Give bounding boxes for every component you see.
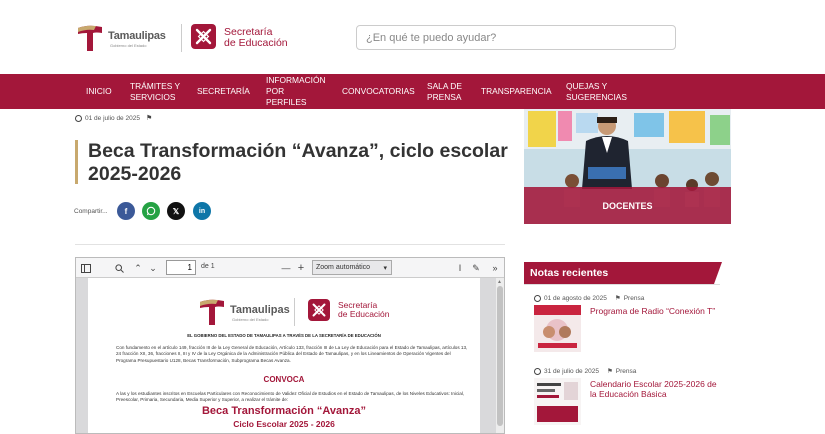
- nav-item-tramites[interactable]: TRÁMITES Y SERVICIOS: [130, 74, 182, 109]
- tamaulipas-wordmark: Tamaulipas: [108, 30, 166, 42]
- nav-item-transparencia[interactable]: TRANSPARENCIA: [481, 74, 552, 109]
- nav-item-label: CONVOCATORIAS: [342, 86, 415, 96]
- clock-icon: [534, 367, 541, 375]
- whatsapp-icon[interactable]: [142, 202, 160, 220]
- calendar-image: [534, 378, 581, 425]
- nav-item-sala-prensa[interactable]: SALA DE PRENSA: [427, 74, 465, 109]
- nav-item-label: TRÁMITES Y SERVICIOS: [130, 80, 180, 102]
- zoom-value: Zoom automático: [316, 264, 371, 271]
- pdf-page: Tamaulipas Gobierno del Estado Secretarí…: [88, 278, 480, 433]
- article-divider: [75, 244, 505, 245]
- doc-tamaulipas-logo: Tamaulipas Gobierno del Estado: [198, 298, 290, 326]
- doc-tamaulipas-t-icon: [200, 299, 224, 325]
- nav-item-label: SECRETARÍA: [197, 86, 250, 96]
- prev-page-icon[interactable]: ⌃: [131, 261, 145, 275]
- clock-icon: [75, 114, 82, 122]
- nav-item-informacion[interactable]: INFORMACIÓN POR PERFILES: [266, 74, 326, 109]
- zoom-select[interactable]: Zoom automático ▾: [312, 260, 392, 275]
- doc-beca-title: Beca Transformación “Avanza”: [201, 405, 367, 417]
- tag-icon: ⚑: [145, 115, 153, 122]
- page-number-input[interactable]: [166, 260, 196, 275]
- doc-tamaulipas-subtitle: Gobierno del Estado: [232, 317, 269, 322]
- notas-recientes-heading: Notas recientes: [524, 262, 722, 284]
- docentes-label: DOCENTES: [524, 187, 731, 224]
- doc-ciclo: Ciclo Escolar 2025 - 2026: [233, 419, 335, 429]
- note-category: Prensa: [615, 367, 637, 375]
- nav-item-quejas[interactable]: QUEJAS Y SUGERENCIAS: [566, 74, 636, 109]
- tag-icon: ⚑: [614, 295, 621, 302]
- nav-item-label: SALA DE PRENSA: [427, 80, 462, 102]
- x-icon[interactable]: 𝕏: [167, 202, 185, 220]
- note-1-title[interactable]: Programa de Radio “Conexión T”: [590, 306, 720, 316]
- tamaulipas-subtitle: Gobierno del Estado: [110, 43, 147, 48]
- scroll-thumb[interactable]: [497, 286, 503, 426]
- zoom-in-icon[interactable]: +: [295, 261, 307, 275]
- note-category: Prensa: [623, 294, 645, 302]
- scroll-up-icon[interactable]: ▲: [497, 279, 502, 285]
- doc-secretaria-emblem-icon: [308, 299, 330, 321]
- doc-secretaria-wordmark: Secretaría de Educación: [338, 301, 390, 319]
- note-2-thumbnail[interactable]: [534, 378, 581, 425]
- article-title: Beca Transformación “Avanza”, ciclo esco…: [88, 140, 508, 185]
- clock-icon: [534, 294, 541, 302]
- sidebar-toggle-icon[interactable]: [79, 261, 93, 275]
- facebook-icon[interactable]: f: [117, 202, 135, 220]
- chevron-down-icon: ▾: [383, 265, 387, 272]
- note-1-meta: 01 de agosto de 2025 ⚑ Prensa: [534, 294, 644, 302]
- doc-secretaria-logo: Secretaría de Educación: [308, 298, 418, 328]
- doc-paragraph-1: Con fundamento en el artículo 149, fracc…: [116, 345, 468, 363]
- more-tools-icon[interactable]: »: [489, 261, 501, 275]
- main-nav: INICIO TRÁMITES Y SERVICIOS SECRETARÍA I…: [0, 74, 825, 109]
- docentes-banner[interactable]: DOCENTES: [524, 109, 731, 224]
- page-count: de 1: [201, 263, 215, 270]
- linkedin-icon[interactable]: in: [193, 202, 211, 220]
- radio-program-image: [534, 305, 581, 352]
- secretaria-emblem-icon: [191, 24, 216, 49]
- zoom-out-icon[interactable]: —: [280, 261, 292, 275]
- search-input[interactable]: [357, 26, 675, 49]
- title-accent-bar: [75, 140, 78, 184]
- notas-divider: [524, 284, 720, 285]
- search-box: [356, 25, 676, 50]
- nav-item-label: INICIO: [86, 86, 112, 96]
- logo-divider: [181, 24, 182, 52]
- tag-icon: ⚑: [606, 368, 613, 375]
- note-2-title[interactable]: Calendario Escolar 2025-2026 de la Educa…: [590, 379, 720, 399]
- note-1-thumbnail[interactable]: [534, 305, 581, 352]
- tamaulipas-logo[interactable]: Tamaulipas Gobierno del Estado: [76, 24, 168, 52]
- note-date: 31 de julio de 2025: [544, 367, 599, 375]
- nav-item-convocatorias[interactable]: CONVOCATORIAS: [342, 74, 415, 109]
- draw-tool-icon[interactable]: ✎: [470, 261, 482, 275]
- tamaulipas-t-icon: [78, 25, 102, 51]
- doc-secretaria-line2: de Educación: [338, 309, 390, 319]
- nav-item-label: QUEJAS Y SUGERENCIAS: [566, 80, 627, 102]
- next-page-icon[interactable]: ⌄: [146, 261, 160, 275]
- text-tool-icon[interactable]: I: [454, 261, 466, 275]
- nav-item-label: INFORMACIÓN POR PERFILES: [266, 75, 326, 107]
- article-date: 01 de julio de 2025: [85, 114, 140, 122]
- find-icon[interactable]: [112, 261, 126, 275]
- doc-convoca: CONVOCA: [263, 375, 305, 384]
- nav-item-inicio[interactable]: INICIO: [86, 74, 116, 109]
- article-meta: 01 de julio de 2025 ⚑: [75, 114, 152, 122]
- doc-paragraph-2: A las y los estudiantes inscritos en Esc…: [116, 391, 465, 403]
- doc-gov-line: EL GOBIERNO DEL ESTADO DE TAMAULIPAS A T…: [187, 333, 381, 338]
- note-2-meta: 31 de julio de 2025 ⚑ Prensa: [534, 367, 636, 375]
- secretaria-wordmark: Secretaría de Educación: [224, 27, 288, 49]
- doc-tamaulipas-wordmark: Tamaulipas: [230, 304, 290, 316]
- nav-item-label: TRANSPARENCIA: [481, 86, 552, 96]
- nav-item-secretaria[interactable]: SECRETARÍA: [197, 74, 250, 109]
- pdf-toolbar: ⌃ ⌄ de 1 — + Zoom automático ▾ I ✎ »: [76, 258, 504, 278]
- secretaria-line2: de Educación: [224, 37, 288, 49]
- note-date: 01 de agosto de 2025: [544, 294, 607, 302]
- site-header: Tamaulipas Gobierno del Estado Secretarí…: [0, 0, 825, 74]
- doc-logo-divider: [294, 298, 295, 326]
- pdf-scrollbar[interactable]: ▲: [496, 278, 504, 433]
- pdf-viewer: ⌃ ⌄ de 1 — + Zoom automático ▾ I ✎ » Tam…: [75, 257, 505, 434]
- secretaria-logo[interactable]: Secretaría de Educación: [191, 23, 301, 53]
- share-label: Compartir...: [74, 208, 108, 215]
